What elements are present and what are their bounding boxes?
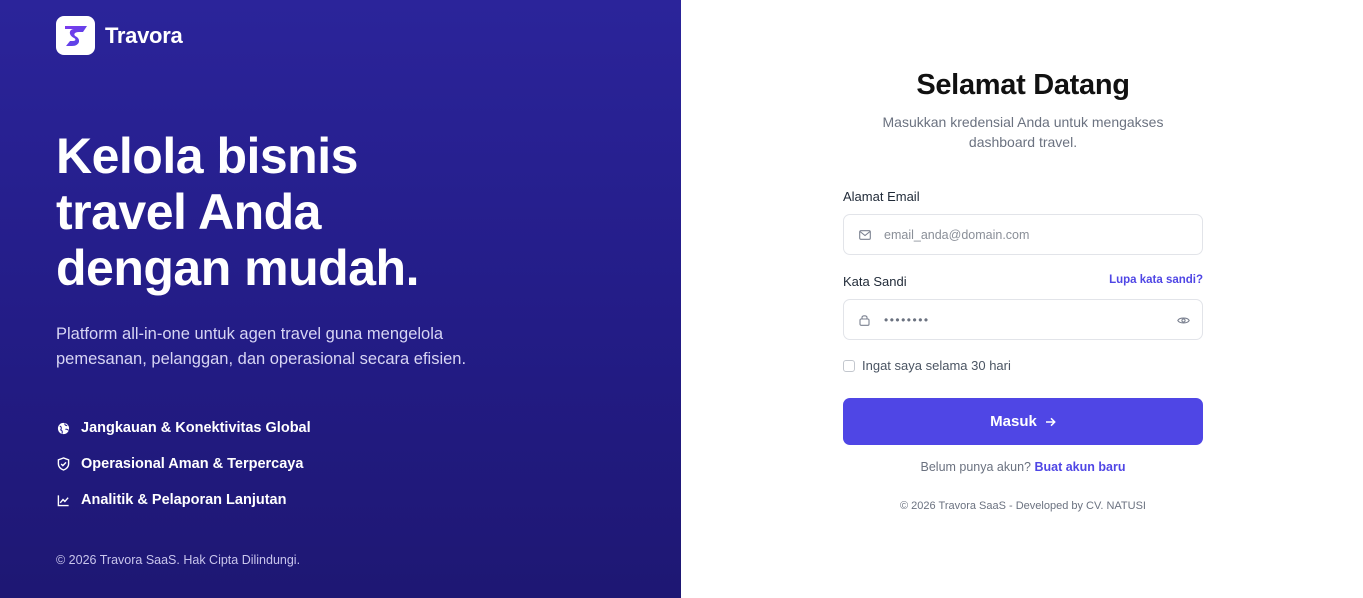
mail-icon bbox=[858, 228, 871, 241]
login-description: Masukkan kredensial Anda untuk mengakses… bbox=[882, 114, 1164, 150]
password-value: •••••••• bbox=[884, 312, 930, 327]
hero-headline: Kelola bisnis travel Anda dengan mudah. bbox=[56, 128, 616, 296]
headline-line: Kelola bisnis bbox=[56, 128, 358, 184]
globe-icon bbox=[56, 421, 70, 435]
feature-label: Operasional Aman & Terpercaya bbox=[81, 456, 304, 472]
headline-line: travel Anda bbox=[56, 184, 321, 240]
feature-item: Operasional Aman & Terpercaya bbox=[56, 454, 311, 474]
hero-subtext: Platform all-in-one untuk agen travel gu… bbox=[56, 325, 467, 368]
feature-label: Analitik & Pelaporan Lanjutan bbox=[81, 492, 287, 508]
feature-label: Jangkauan & Konektivitas Global bbox=[81, 420, 311, 436]
signup-prompt: Belum punya akun? Buat akun baru bbox=[843, 460, 1203, 474]
travora-s-logo-icon bbox=[56, 16, 95, 55]
hero-panel: Travora Kelola bisnis travel Anda dengan… bbox=[0, 0, 681, 598]
brand[interactable]: Travora bbox=[56, 16, 183, 55]
feature-list: Jangkauan & Konektivitas Global Operasio… bbox=[56, 418, 311, 526]
signup-text: Belum punya akun? bbox=[920, 460, 1032, 474]
headline-line: dengan mudah. bbox=[56, 240, 419, 296]
email-placeholder: email_anda@domain.com bbox=[884, 227, 1030, 242]
lock-icon bbox=[858, 313, 871, 326]
brand-name: Travora bbox=[105, 22, 183, 48]
remember-checkbox[interactable] bbox=[843, 359, 855, 372]
login-panel: Selamat Datang Masukkan kredensial Anda … bbox=[681, 0, 1363, 598]
eye-icon[interactable] bbox=[1176, 313, 1190, 327]
arrow-right-icon bbox=[1045, 417, 1056, 427]
login-form: Selamat Datang Masukkan kredensial Anda … bbox=[843, 66, 1203, 512]
password-label: Kata Sandi bbox=[843, 274, 907, 289]
email-label: Alamat Email bbox=[843, 189, 920, 204]
password-field[interactable]: •••••••• bbox=[843, 299, 1203, 340]
login-title: Selamat Datang bbox=[916, 69, 1130, 101]
signup-link[interactable]: Buat akun baru bbox=[1034, 460, 1125, 474]
feature-item: Jangkauan & Konektivitas Global bbox=[56, 418, 311, 438]
remember-label: Ingat saya selama 30 hari bbox=[862, 358, 1011, 373]
shield-check-icon bbox=[56, 457, 70, 471]
hero-footer: © 2026 Travora SaaS. Hak Cipta Dilindung… bbox=[56, 553, 301, 567]
remember-me[interactable]: Ingat saya selama 30 hari bbox=[843, 358, 1011, 373]
chart-line-icon bbox=[56, 493, 70, 507]
login-button-label: Masuk bbox=[990, 413, 1037, 430]
login-button[interactable]: Masuk bbox=[843, 398, 1203, 445]
forgot-password-link[interactable]: Lupa kata sandi? bbox=[1109, 274, 1203, 286]
login-footer: © 2026 Travora SaaS - Developed by CV. N… bbox=[900, 500, 1146, 512]
feature-item: Analitik & Pelaporan Lanjutan bbox=[56, 490, 311, 510]
email-field[interactable]: email_anda@domain.com bbox=[843, 214, 1203, 255]
